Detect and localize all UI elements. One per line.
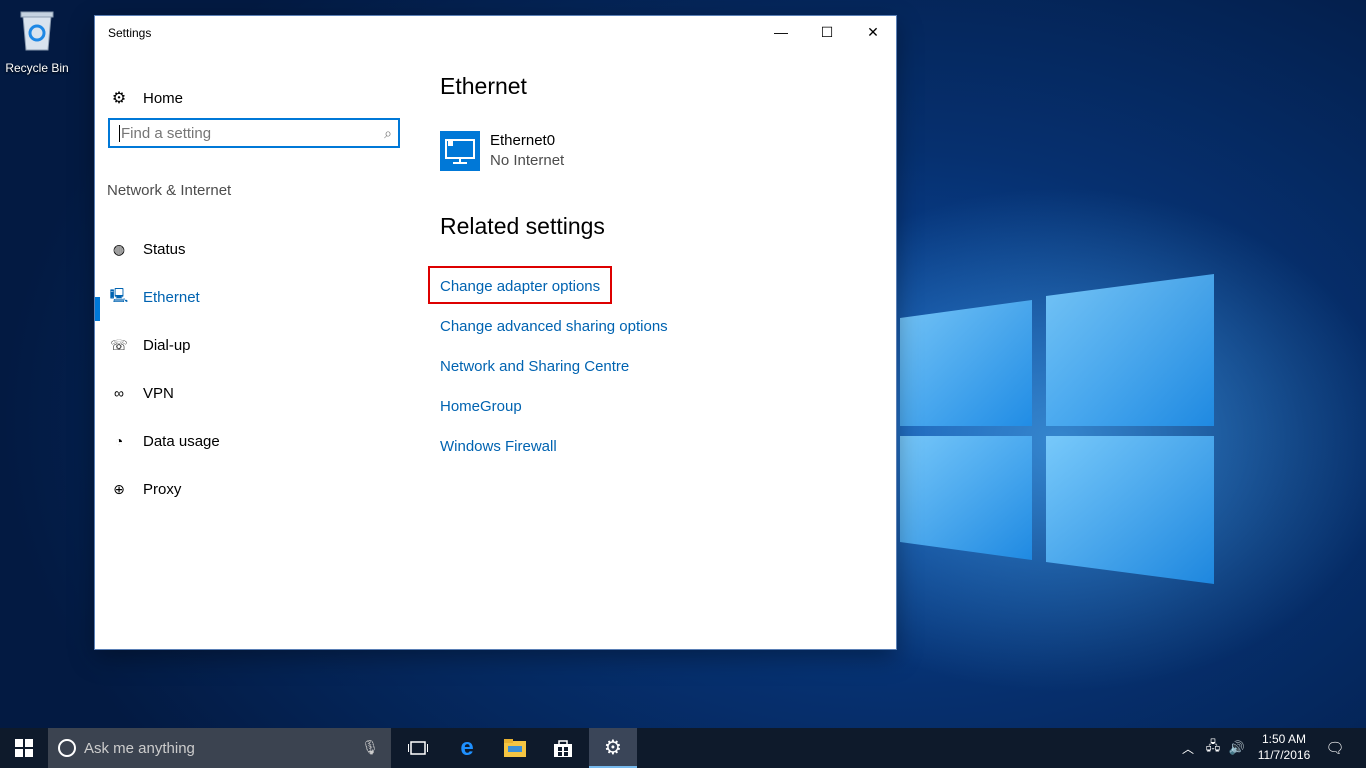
nav-item-label: Ethernet [143,288,200,306]
windows-firewall-link[interactable]: Windows Firewall [440,438,557,455]
nav-item-proxy[interactable]: ⊕ Proxy [109,477,181,501]
nav-item-dialup[interactable]: ☏ Dial-up [109,333,191,357]
window-title: Settings [108,26,152,40]
ethernet-adapter-icon[interactable] [440,131,480,171]
microphone-icon[interactable]: 🎙 [361,739,379,756]
ethernet-icon: 🖳 [109,287,129,303]
cortana-placeholder: Ask me anything [84,740,195,757]
nav-item-ethernet[interactable]: 🖳 Ethernet [109,285,200,309]
adapter-name[interactable]: Ethernet0 [490,132,555,149]
data-usage-icon: ◔ [114,433,124,449]
task-view-icon [408,741,428,755]
edge-icon: e [460,734,474,761]
recycle-bin-icon [20,11,54,51]
task-view-button[interactable] [395,728,441,768]
clock-time: 1:50 AM [1261,732,1307,746]
settings-taskbar-button[interactable]: ⚙ [589,728,637,768]
settings-nav: ⚙ Home Find a setting ⌕ Network & Intern… [95,48,415,648]
dialup-icon: ☏ [110,336,128,353]
cortana-icon [58,739,76,757]
recycle-bin-shortcut[interactable]: Recycle Bin [4,8,70,75]
taskbar: Ask me anything 🎙 e ⚙ ︿ 🖧 🔊 1:50 AM 11/7… [0,728,1366,768]
nav-item-label: Proxy [143,480,182,498]
recycle-bin-label: Recycle Bin [5,61,69,75]
cortana-search-box[interactable]: Ask me anything 🎙 [48,728,391,768]
search-placeholder: Find a setting [121,125,212,142]
search-icon[interactable]: ⌕ [384,125,392,142]
speaker-icon: 🔊 [1228,740,1246,755]
change-adapter-options-link[interactable]: Change adapter options [440,278,600,295]
show-hidden-icons-button[interactable]: ︿ [1178,728,1198,768]
gear-icon: ⚙ [111,90,127,107]
settings-window: Settings — ☐ ✕ ⚙ Home Find a setting ⌕ N… [95,16,896,649]
nav-item-label: Dial-up [143,336,191,354]
title-bar[interactable]: Settings — ☐ ✕ [95,16,896,48]
text-caret [119,125,120,142]
gear-icon: ⚙ [604,736,622,759]
clock-date: 11/7/2016 [1257,748,1311,762]
minimize-button[interactable]: — [758,16,804,48]
nav-home-label: Home [143,89,184,107]
page-title: Ethernet [440,73,527,99]
nav-item-label: Status [143,240,186,258]
proxy-globe-icon: ⊕ [113,480,125,497]
change-advanced-sharing-link[interactable]: Change advanced sharing options [440,318,668,335]
edge-taskbar-button[interactable]: e [443,728,491,768]
nav-item-data-usage[interactable]: ◔ Data usage [109,429,220,453]
monitor-icon [445,139,475,164]
adapter-status: No Internet [490,152,565,169]
store-bag-icon [554,740,572,757]
action-center-button[interactable]: 🗨 [1320,728,1350,768]
homegroup-link[interactable]: HomeGroup [440,398,522,415]
start-button[interactable] [0,728,48,768]
taskbar-clock[interactable]: 1:50 AM 11/7/2016 [1252,731,1316,763]
settings-search-input[interactable]: Find a setting ⌕ [108,118,400,148]
status-globe-icon: ◍ [112,240,126,257]
nav-item-vpn[interactable]: ∞ VPN [109,381,174,405]
folder-icon [504,739,526,757]
nav-item-status[interactable]: ◍ Status [109,237,186,261]
network-warning-icon: 🖧 [1205,738,1221,753]
nav-section-title: Network & Internet [107,182,232,199]
settings-content: Ethernet Ethernet0 No Internet Related s… [428,48,880,648]
chevron-up-icon: ︿ [1181,741,1194,756]
network-tray-button[interactable]: 🖧 [1202,728,1224,768]
nav-item-label: VPN [143,384,174,402]
windows-icon [15,739,33,757]
nav-item-label: Data usage [143,432,220,450]
volume-tray-button[interactable]: 🔊 [1226,728,1248,768]
maximize-button[interactable]: ☐ [804,16,850,48]
close-button[interactable]: ✕ [850,16,896,48]
file-explorer-taskbar-button[interactable] [491,728,539,768]
nav-home[interactable]: ⚙ Home [109,88,183,108]
notification-icon: 🗨 [1325,740,1345,757]
vpn-icon: ∞ [114,385,124,401]
network-sharing-centre-link[interactable]: Network and Sharing Centre [440,358,629,375]
related-settings-heading: Related settings [440,213,605,239]
active-indicator [95,297,100,321]
store-taskbar-button[interactable] [539,728,587,768]
